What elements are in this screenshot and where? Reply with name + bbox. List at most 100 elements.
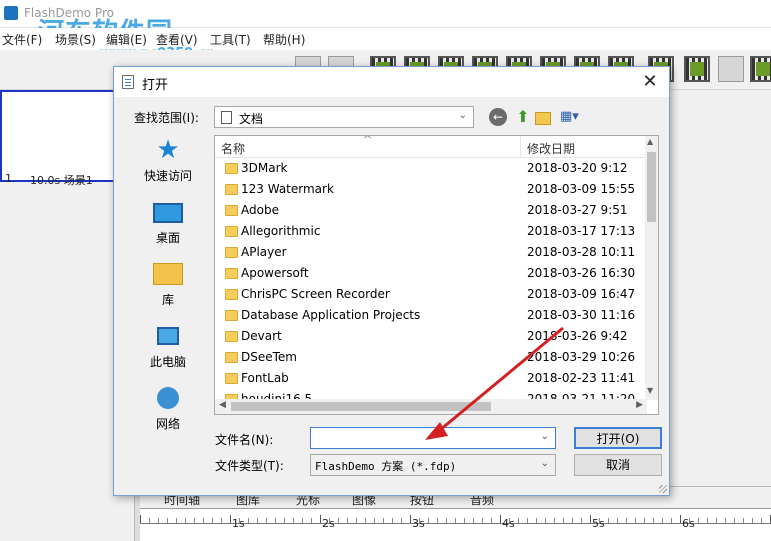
ruler-tick — [266, 518, 267, 523]
file-row[interactable]: 3DMark 2018-03-20 9:12 — [215, 158, 647, 179]
file-row[interactable]: ChrisPC Screen Recorder 2018-03-09 16:47 — [215, 284, 647, 305]
ruler-tick — [680, 515, 681, 523]
new-project-icon[interactable] — [0, 56, 26, 82]
file-date: 2018-03-28 10:11 — [527, 245, 636, 259]
resize-grip-icon[interactable] — [659, 485, 667, 493]
ruler-tick — [257, 518, 258, 523]
ruler-tick — [320, 515, 321, 523]
ruler-tick — [527, 518, 528, 523]
ruler-tick — [329, 518, 330, 523]
ruler-tick — [203, 518, 204, 523]
file-row[interactable]: Allegorithmic 2018-03-17 17:13 — [215, 221, 647, 242]
menu-tools[interactable]: 工具(T) — [210, 31, 251, 48]
network-icon — [157, 387, 179, 409]
ruler-tick — [455, 518, 456, 523]
ruler-tick — [509, 518, 510, 523]
scroll-thumb[interactable] — [647, 152, 656, 222]
column-date-header[interactable]: 修改日期 — [527, 140, 575, 157]
scroll-down-icon[interactable]: ▼ — [647, 386, 653, 395]
scroll-up-icon[interactable]: ▲ — [647, 137, 653, 146]
file-row[interactable]: DSeeTem 2018-03-29 10:26 — [215, 347, 647, 368]
close-icon[interactable]: ✕ — [639, 71, 661, 93]
open-icon[interactable] — [64, 56, 90, 82]
open-file-dialog: 打开 ✕ 查找范围(I): 文档 ⌄ ← ⬆ ▦▾ ★ 快速访问 桌面 库 此电… — [113, 66, 670, 496]
file-row[interactable]: Adobe 2018-03-27 9:51 — [215, 200, 647, 221]
file-row[interactable]: APlayer 2018-03-28 10:11 — [215, 242, 647, 263]
file-row[interactable]: Database Application Projects 2018-03-30 … — [215, 305, 647, 326]
ruler-tick — [590, 515, 591, 523]
file-list-header: ^ 名称 修改日期 — [215, 135, 658, 158]
ruler-tick — [401, 518, 402, 523]
ruler-tick — [563, 518, 564, 523]
new-folder-icon[interactable] — [535, 112, 551, 125]
view-menu-icon[interactable]: ▦▾ — [560, 108, 584, 126]
look-in-value: 文档 — [239, 112, 264, 126]
place-network[interactable]: 网络 — [127, 385, 209, 443]
place-library[interactable]: 库 — [127, 261, 209, 319]
ruler-tick — [437, 518, 438, 523]
ruler-tick — [644, 518, 645, 523]
up-folder-icon[interactable]: ⬆ — [514, 108, 532, 126]
ruler-tick — [725, 518, 726, 523]
file-type-select[interactable]: FlashDemo 方案 (*.fdp) ⌄ — [310, 454, 556, 476]
ruler-tick — [158, 518, 159, 523]
scroll-left-icon[interactable]: ◀ — [219, 400, 226, 410]
hscroll-thumb[interactable] — [231, 402, 491, 411]
chevron-down-icon[interactable]: ⌄ — [541, 431, 549, 442]
file-row[interactable]: 123 Watermark 2018-03-09 15:55 — [215, 179, 647, 200]
file-date: 2018-03-29 10:26 — [527, 350, 636, 364]
chevron-down-icon: ⌄ — [458, 110, 467, 121]
ruler-tick — [608, 518, 609, 523]
computer-icon — [157, 327, 179, 345]
cancel-button[interactable]: 取消 — [574, 454, 662, 476]
cursor-icon[interactable] — [718, 56, 744, 82]
place-quick-access[interactable]: ★ 快速访问 — [127, 137, 209, 195]
open-button[interactable]: 打开(O) — [574, 427, 662, 449]
file-list[interactable]: ^ 名称 修改日期 3DMark 2018-03-20 9:12 123 Water… — [214, 135, 659, 415]
ruler-tick — [554, 518, 555, 523]
home-icon[interactable] — [32, 56, 58, 82]
look-in-dropdown[interactable]: 文档 ⌄ — [214, 106, 474, 128]
folder-icon — [225, 310, 238, 321]
horizontal-scrollbar[interactable]: ◀ ▶ — [215, 399, 647, 414]
place-this-pc[interactable]: 此电脑 — [127, 323, 209, 381]
menu-file[interactable]: 文件(F) — [2, 31, 42, 48]
star-icon: ★ — [156, 135, 180, 165]
file-row[interactable]: Apowersoft 2018-03-26 16:30 — [215, 263, 647, 284]
ruler-tick — [230, 515, 231, 523]
ruler-tick — [599, 518, 600, 523]
ruler-tick — [365, 518, 366, 523]
ruler-tick — [545, 518, 546, 523]
dialog-titlebar: 打开 ✕ — [114, 67, 669, 97]
file-name: FontLab — [241, 371, 289, 385]
file-name-combobox[interactable]: ⌄ — [310, 427, 556, 449]
scroll-right-icon[interactable]: ▶ — [636, 400, 643, 410]
folder-icon — [225, 331, 238, 342]
place-desktop[interactable]: 桌面 — [127, 199, 209, 257]
file-name: ChrisPC Screen Recorder — [241, 287, 390, 301]
column-name-header[interactable]: 名称 — [221, 140, 245, 157]
menu-help[interactable]: 帮助(H) — [263, 31, 305, 48]
menu-scene[interactable]: 场景(S) — [55, 31, 96, 48]
file-row[interactable]: FontLab 2018-02-23 11:41 — [215, 368, 647, 389]
file-name-label: 文件名(N): — [215, 433, 274, 447]
folder-icon — [225, 163, 238, 174]
file-name-input[interactable] — [315, 430, 525, 446]
back-icon[interactable]: ← — [489, 108, 507, 126]
timeline-ruler[interactable]: 1s 2s 3s 4s 5s 6s — [140, 508, 771, 541]
file-date: 2018-03-26 9:42 — [527, 329, 628, 343]
column-separator[interactable] — [520, 136, 521, 158]
ruler-tick — [356, 518, 357, 523]
ruler-tick — [248, 518, 249, 523]
look-in-label: 查找范围(I): — [134, 111, 199, 125]
file-row[interactable]: Devart 2018-03-26 9:42 — [215, 326, 647, 347]
vertical-scrollbar[interactable]: ▲ ▼ — [645, 136, 658, 400]
file-name: DSeeTem — [241, 350, 297, 364]
film-frame-icon[interactable] — [750, 56, 771, 82]
file-name: Allegorithmic — [241, 224, 321, 238]
scene-thumbnail[interactable]: 1 10.0s 场景1 — [0, 90, 120, 187]
film-frame-icon[interactable] — [684, 56, 710, 82]
ruler-tick — [149, 518, 150, 523]
ruler-tick — [707, 518, 708, 523]
sort-arrow-icon: ^ — [363, 135, 373, 146]
